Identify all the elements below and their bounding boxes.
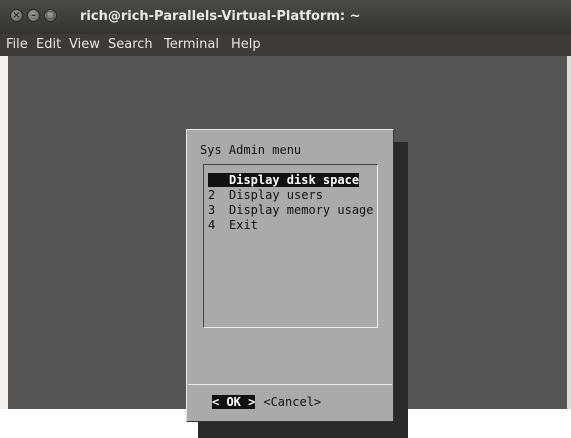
minimize-icon[interactable]: – [27, 9, 40, 22]
item-label: Display users [229, 188, 323, 202]
menu-edit[interactable]: Edit [36, 37, 61, 52]
maximize-icon[interactable]: □ [44, 9, 57, 22]
item-label: Exit [229, 218, 258, 232]
menu-item-users[interactable]: 2 Display users [208, 188, 323, 202]
close-icon[interactable]: × [10, 9, 23, 22]
menu-view[interactable]: View [69, 37, 100, 52]
dialog-divider [188, 384, 392, 385]
admin-menu-dialog: Sys Admin menu 1 Display disk space 2 Disp… [186, 129, 394, 422]
terminal-window: × – □ rich@rich-Parallels-Virtual-Platfo… [0, 0, 571, 438]
menu-item-memory[interactable]: 3 Display memory usage [208, 203, 374, 217]
menu-search[interactable]: Search [108, 37, 153, 52]
item-number: 2 [208, 188, 216, 202]
item-label: Display memory usage [229, 203, 374, 217]
button-row: < OK > <Cancel> [212, 395, 321, 409]
item-number: 3 [208, 203, 216, 217]
window-title: rich@rich-Parallels-Virtual-Platform: ~ [80, 9, 361, 24]
item-number: 4 [208, 218, 216, 232]
menu-item-disk-space[interactable]: 1 Display disk space [208, 173, 360, 187]
menu-help[interactable]: Help [231, 37, 261, 52]
scrollbar[interactable] [567, 56, 571, 409]
item-label: Display disk space [229, 173, 360, 187]
title-bar[interactable]: × – □ rich@rich-Parallels-Virtual-Platfo… [0, 0, 571, 34]
dialog-title: Sys Admin menu [200, 143, 302, 157]
item-number: 1 [208, 173, 229, 187]
menu-terminal[interactable]: Terminal [164, 37, 219, 52]
ok-button[interactable]: < OK > [212, 395, 256, 409]
terminal-area[interactable]: Sys Admin menu 1 Display disk space 2 Disp… [8, 56, 567, 438]
menu-bar: File Edit View Search Terminal Help [0, 34, 571, 56]
menu-item-exit[interactable]: 4 Exit [208, 218, 258, 232]
cancel-button[interactable]: <Cancel> [263, 395, 321, 409]
menu-list: 1 Display disk space 2 Display users 3 Disp… [203, 164, 378, 328]
menu-file[interactable]: File [6, 37, 28, 52]
